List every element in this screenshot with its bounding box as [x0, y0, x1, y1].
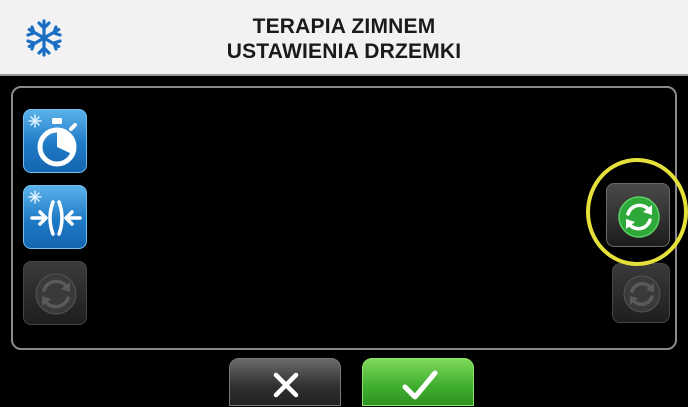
- cancel-button[interactable]: [229, 358, 341, 406]
- check-icon: [402, 370, 438, 400]
- title-line-2: USTAWIENIA DRZEMKI: [226, 40, 462, 63]
- settings-panel: [11, 86, 677, 350]
- cycle-button-right-disabled[interactable]: [612, 263, 670, 323]
- cycle-icon: [35, 273, 77, 315]
- header-bar: TERAPIA ZIMNEM USTAWIENIA DRZEMKI: [0, 0, 688, 76]
- cold-compression-button[interactable]: [23, 185, 87, 249]
- confirm-button[interactable]: [362, 358, 474, 406]
- cycle-button-left-disabled[interactable]: [23, 261, 87, 325]
- cold-timer-button[interactable]: [23, 109, 87, 173]
- title-line-1: TERAPIA ZIMNEM: [252, 15, 436, 38]
- highlight-ring: [586, 158, 688, 266]
- cold-timer-icon: [28, 114, 77, 167]
- cold-compression-icon: [28, 190, 82, 236]
- page-title: TERAPIA ZIMNEM USTAWIENIA DRZEMKI: [0, 14, 688, 64]
- close-icon: [273, 372, 299, 398]
- cycle-icon: [623, 275, 661, 313]
